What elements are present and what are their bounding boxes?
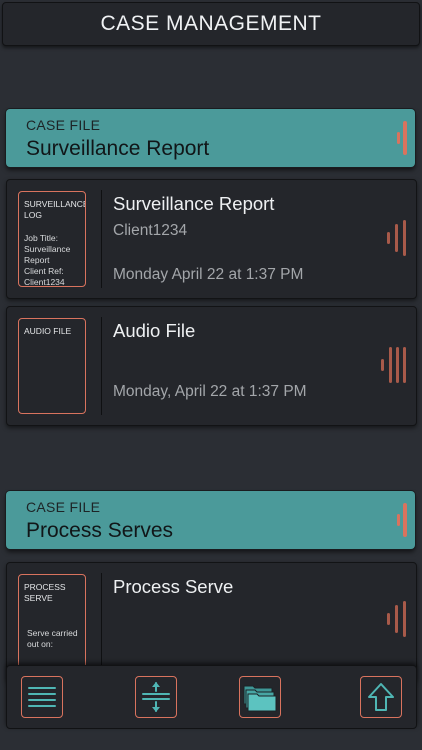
upload-button[interactable]: [360, 676, 402, 718]
file-title: Audio File: [113, 320, 196, 341]
drag-handle-icon[interactable]: [386, 601, 406, 637]
card-divider: [101, 190, 102, 288]
app-header: CASE MANAGEMENT: [2, 2, 420, 46]
upload-arrow-icon: [368, 683, 394, 711]
file-title: Process Serve: [113, 576, 234, 597]
case-folders-button[interactable]: [239, 676, 281, 718]
file-thumbnail: AUDIO FILE: [18, 318, 86, 414]
thumbnail-body: Serve carried out on:: [27, 628, 78, 649]
case-file-name: Surveillance Report: [26, 137, 210, 160]
card-divider: [101, 317, 102, 415]
case-file-name: Process Serves: [26, 519, 174, 542]
file-thumbnail: SURVEILLANCE LOG Job Title: Surveillance…: [18, 191, 86, 287]
bottom-toolbar: [6, 665, 417, 729]
case-file-banner-surveillance[interactable]: CASE FILE Surveillance Report: [6, 109, 415, 167]
folders-icon: [243, 685, 277, 712]
menu-button[interactable]: [21, 676, 63, 718]
drag-handle-icon[interactable]: [376, 347, 406, 383]
expand-collapse-icon: [142, 682, 170, 712]
card-divider: [101, 573, 102, 671]
thumbnail-body: Job Title: Surveillance Report Client Re…: [24, 233, 71, 287]
case-file-banner-process-serves[interactable]: CASE FILE Process Serves: [6, 491, 415, 549]
thumbnail-title: AUDIO FILE: [24, 326, 72, 336]
file-card-audio-file[interactable]: AUDIO FILE Audio File Monday, April 22 a…: [6, 306, 417, 426]
thumbnail-title: PROCESS SERVE: [24, 582, 66, 603]
file-date: Monday April 22 at 1:37 PM: [113, 266, 304, 283]
file-card-surveillance-report[interactable]: SURVEILLANCE LOG Job Title: Surveillance…: [6, 179, 417, 299]
page-title: CASE MANAGEMENT: [100, 12, 322, 35]
file-date: Monday, April 22 at 1:37 PM: [113, 383, 307, 400]
file-card-process-serve[interactable]: PROCESS SERVE Serve carried out on: Proc…: [6, 562, 417, 684]
menu-icon: [28, 687, 56, 707]
drag-handle-icon[interactable]: [393, 121, 407, 155]
drag-handle-icon[interactable]: [382, 220, 406, 256]
thumbnail-title: SURVEILLANCE LOG: [24, 199, 86, 220]
file-title: Surveillance Report: [113, 193, 275, 214]
file-client: Client1234: [113, 222, 188, 239]
expand-collapse-button[interactable]: [135, 676, 177, 718]
case-file-label: CASE FILE: [26, 117, 101, 133]
drag-handle-icon[interactable]: [393, 503, 407, 537]
case-file-label: CASE FILE: [26, 499, 101, 515]
